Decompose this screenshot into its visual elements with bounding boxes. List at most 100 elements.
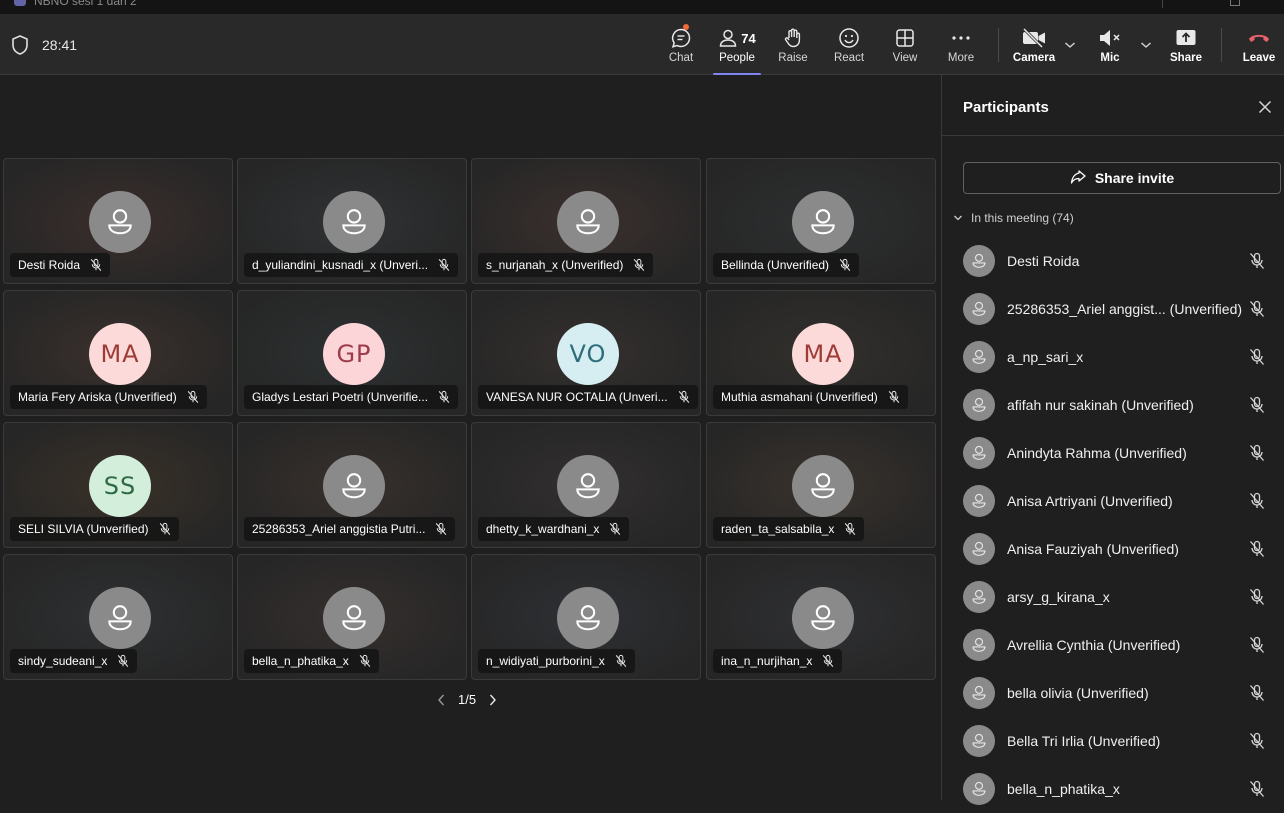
default-avatar-icon (557, 455, 619, 517)
camera-button[interactable]: Camera (1006, 14, 1062, 75)
share-button[interactable]: Share (1158, 14, 1214, 75)
raise-hand-button[interactable]: Raise (765, 14, 821, 75)
mic-button[interactable]: Mic (1082, 14, 1138, 75)
people-icon-wrap: 74 (718, 26, 756, 50)
participant-list-item[interactable]: bella_n_phatika_x (942, 765, 1284, 813)
share-arrow-icon (1070, 170, 1086, 184)
participant-name: Gladys Lestari Poetri (Unverifie... (252, 390, 429, 404)
chevron-down-icon (954, 215, 962, 221)
participant-list-item[interactable]: arsy_g_kirana_x (942, 573, 1284, 621)
participant-video-tile[interactable]: Desti Roida (3, 158, 233, 284)
people-button[interactable]: 74 People (709, 14, 765, 75)
participant-video-tile[interactable]: s_nurjanah_x (Unverified) (471, 158, 701, 284)
participant-name-label: d_yuliandini_kusnadi_x (Unveri... (244, 253, 459, 277)
participant-name: Maria Fery Ariska (Unverified) (18, 390, 177, 404)
default-avatar-icon (557, 587, 619, 649)
camera-label: Camera (1012, 52, 1056, 64)
participant-video-tile[interactable]: SS SELI SILVIA (Unverified) (3, 422, 233, 548)
participant-list-item[interactable]: 25286353_Ariel anggist... (Unverified) (942, 285, 1284, 333)
mic-muted-icon (438, 390, 450, 404)
window-title: NBNO sesi 1 dari 2 (34, 0, 137, 8)
mic-muted-icon (117, 654, 129, 668)
participant-name: SELI SILVIA (Unverified) (18, 522, 149, 536)
participant-list-item[interactable]: Anindyta Rahma (Unverified) (942, 429, 1284, 477)
participant-name: n_widiyati_purborini_x (486, 654, 605, 668)
initials-avatar: SS (89, 455, 151, 517)
titlebar-divider (1162, 0, 1163, 8)
participant-name-label: sindy_sudeani_x (10, 649, 138, 673)
mic-muted-icon (1248, 492, 1266, 510)
close-icon[interactable] (1258, 100, 1272, 114)
chat-label: Chat (668, 52, 694, 64)
participant-list-item[interactable]: Desti Roida (942, 237, 1284, 285)
participant-video-tile[interactable]: Bellinda (Unverified) (706, 158, 936, 284)
participant-video-tile[interactable]: d_yuliandini_kusnadi_x (Unveri... (237, 158, 467, 284)
participant-video-tile[interactable]: ina_n_nurjihan_x (706, 554, 936, 680)
camera-options-chevron-down-icon[interactable] (1064, 40, 1076, 50)
participant-name: s_nurjanah_x (Unverified) (486, 258, 624, 272)
unread-badge (683, 24, 689, 30)
view-button[interactable]: View (877, 14, 933, 75)
default-avatar-icon (557, 191, 619, 253)
participant-video-tile[interactable]: 25286353_Ariel anggistia Putri... (237, 422, 467, 548)
people-count: 74 (741, 30, 756, 46)
participant-list-item[interactable]: a_np_sari_x (942, 333, 1284, 381)
initials-avatar: VO (557, 323, 619, 385)
more-button[interactable]: More (933, 14, 989, 75)
initials-avatar: MA (792, 323, 854, 385)
chat-button[interactable]: Chat (653, 14, 709, 75)
participant-name: Desti Roida (1007, 253, 1080, 269)
raise-label: Raise (778, 52, 808, 64)
participant-name: 25286353_Ariel anggist... (Unverified) (1007, 301, 1243, 317)
leave-button[interactable]: Leave (1231, 14, 1284, 75)
mic-muted-icon (839, 258, 851, 272)
react-button[interactable]: React (821, 14, 877, 75)
participant-name: arsy_g_kirana_x (1007, 589, 1110, 605)
participant-video-tile[interactable]: n_widiyati_purborini_x (471, 554, 701, 680)
participant-video-tile[interactable]: VO VANESA NUR OCTALIA (Unveri... (471, 290, 701, 416)
participant-name: bella olivia (Unverified) (1007, 685, 1149, 701)
mic-muted-icon (1248, 348, 1266, 366)
mic-muted-icon (888, 390, 900, 404)
participant-video-tile[interactable]: GP Gladys Lestari Poetri (Unverifie... (237, 290, 467, 416)
participant-list-item[interactable]: Bella Tri Irlia (Unverified) (942, 717, 1284, 765)
mic-muted-icon (844, 522, 856, 536)
speaker-muted-icon (1097, 26, 1123, 50)
participant-video-tile[interactable]: bella_n_phatika_x (237, 554, 467, 680)
participant-name: dhetty_k_wardhani_x (486, 522, 600, 536)
participant-list-item[interactable]: Avrellia Cynthia (Unverified) (942, 621, 1284, 669)
next-page-chevron-right-icon[interactable] (488, 693, 498, 707)
participant-video-tile[interactable]: dhetty_k_wardhani_x (471, 422, 701, 548)
participant-list-item[interactable]: Anisa Fauziyah (Unverified) (942, 525, 1284, 573)
participant-video-tile[interactable]: MA Muthia asmahani (Unverified) (706, 290, 936, 416)
participant-video-tile[interactable]: raden_ta_salsabila_x (706, 422, 936, 548)
avatar (963, 677, 995, 709)
participant-name-label: bella_n_phatika_x (244, 649, 379, 673)
toolbar-divider-2 (1221, 28, 1222, 62)
mic-muted-icon (438, 258, 450, 272)
participant-name: a_np_sari_x (1007, 349, 1084, 365)
previous-page-chevron-left-icon[interactable] (436, 693, 446, 707)
participant-list-item[interactable]: Anisa Artriyani (Unverified) (942, 477, 1284, 525)
shield-icon (12, 35, 28, 55)
mic-muted-icon (1248, 588, 1266, 606)
more-dots-icon (951, 26, 971, 50)
mic-muted-icon (1248, 300, 1266, 318)
share-invite-button[interactable]: Share invite (963, 162, 1281, 194)
participant-list-item[interactable]: bella olivia (Unverified) (942, 669, 1284, 717)
default-avatar-icon (792, 191, 854, 253)
participant-name: Anindyta Rahma (Unverified) (1007, 445, 1187, 461)
react-label: React (833, 52, 865, 64)
maximize-window-button[interactable] (1230, 0, 1240, 6)
participant-name-label: s_nurjanah_x (Unverified) (478, 253, 654, 277)
mic-options-chevron-down-icon[interactable] (1140, 40, 1152, 50)
mic-muted-icon (90, 258, 102, 272)
in-meeting-section-header[interactable]: In this meeting (74) (953, 211, 1074, 225)
raise-hand-icon (782, 26, 804, 50)
participant-video-tile[interactable]: sindy_sudeani_x (3, 554, 233, 680)
mic-muted-icon (359, 654, 371, 668)
avatar (963, 485, 995, 517)
participant-video-tile[interactable]: MA Maria Fery Ariska (Unverified) (3, 290, 233, 416)
panel-divider (942, 135, 1284, 136)
participant-list-item[interactable]: afifah nur sakinah (Unverified) (942, 381, 1284, 429)
